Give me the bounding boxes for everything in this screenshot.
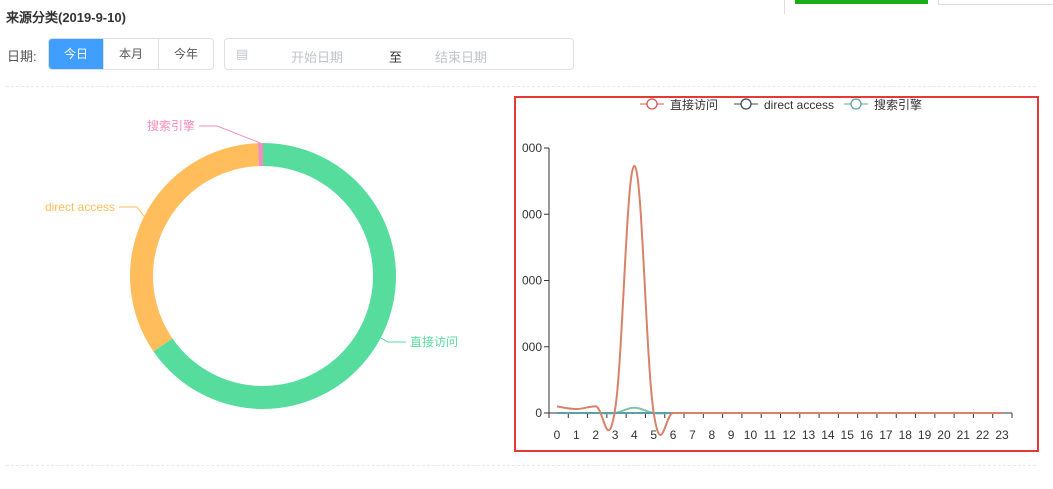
this-year-button[interactable]: 今年 — [159, 39, 213, 69]
x-tick-label: 11 — [764, 428, 777, 442]
x-tick-label: 19 — [918, 428, 932, 442]
x-tick-label: 12 — [782, 428, 796, 442]
end-date-input[interactable]: 结束日期 — [435, 47, 487, 66]
date-label: 日期: — [7, 49, 37, 64]
date-range-picker[interactable]: ▤ 开始日期 至 结束日期 — [224, 38, 574, 70]
legend-marker-icon — [740, 98, 752, 110]
y-tick-label: 000 — [522, 340, 542, 354]
divider — [6, 465, 1036, 466]
x-tick-label: 23 — [995, 428, 1009, 442]
x-tick-label: 6 — [670, 428, 677, 442]
start-date-input[interactable]: 开始日期 — [291, 47, 343, 66]
legend-marker-icon — [850, 98, 862, 110]
legend-label: direct access — [764, 98, 834, 112]
y-tick-label: 000 — [522, 274, 542, 288]
top-divider — [784, 0, 787, 14]
x-tick-label: 1 — [573, 428, 580, 442]
x-tick-label: 8 — [708, 428, 715, 442]
hourly-line-chart: 直接访问 direct access 搜索引擎00000000000000 1 2 3 4 5… — [522, 98, 1013, 442]
x-tick-label: 15 — [841, 428, 855, 442]
this-month-button[interactable]: 本月 — [104, 39, 159, 69]
top-green-button[interactable] — [795, 0, 928, 4]
divider — [6, 86, 1036, 87]
series-line-0 — [556, 164, 1002, 436]
donut-slice — [130, 143, 259, 352]
x-tick-label: 2 — [592, 428, 599, 442]
legend-label: 搜索引擎 — [874, 98, 922, 112]
x-tick-label: 22 — [976, 428, 990, 442]
x-tick-label: 16 — [860, 428, 874, 442]
x-tick-label: 13 — [802, 428, 816, 442]
date-range-buttons: 今日 本月 今年 — [48, 38, 214, 70]
top-input-box[interactable] — [938, 0, 1053, 5]
legend-marker-icon — [646, 98, 658, 110]
range-separator: 至 — [389, 50, 403, 65]
x-tick-label: 14 — [821, 428, 835, 442]
x-tick-label: 10 — [744, 428, 758, 442]
y-tick-label: 0 — [535, 406, 542, 420]
legend-label: 直接访问 — [670, 98, 718, 112]
x-tick-label: 5 — [650, 428, 657, 442]
label-line — [119, 206, 145, 217]
y-tick-label: 000 — [522, 141, 542, 155]
x-tick-label: 0 — [554, 428, 561, 442]
label-line — [199, 125, 261, 144]
calendar-icon: ▤ — [236, 46, 249, 61]
y-tick-label: 000 — [522, 207, 542, 221]
slice-label: 搜索引擎 — [147, 118, 195, 133]
slice-label: direct access — [45, 200, 115, 214]
page-title: 来源分类(2019-9-10) — [6, 10, 126, 25]
slice-label: 直接访问 — [410, 334, 458, 349]
today-button[interactable]: 今日 — [49, 39, 104, 69]
x-tick-label: 18 — [899, 428, 913, 442]
x-tick-label: 4 — [631, 428, 638, 442]
donut-slice — [257, 143, 263, 167]
x-tick-label: 3 — [612, 428, 619, 442]
source-donut-chart: 直接访问 direct access 搜索引擎 — [45, 118, 458, 409]
x-tick-label: 9 — [728, 428, 735, 442]
x-tick-label: 17 — [879, 428, 893, 442]
x-tick-label: 20 — [937, 428, 951, 442]
label-line — [380, 337, 406, 343]
x-tick-label: 21 — [957, 428, 971, 442]
x-tick-label: 7 — [689, 428, 696, 442]
